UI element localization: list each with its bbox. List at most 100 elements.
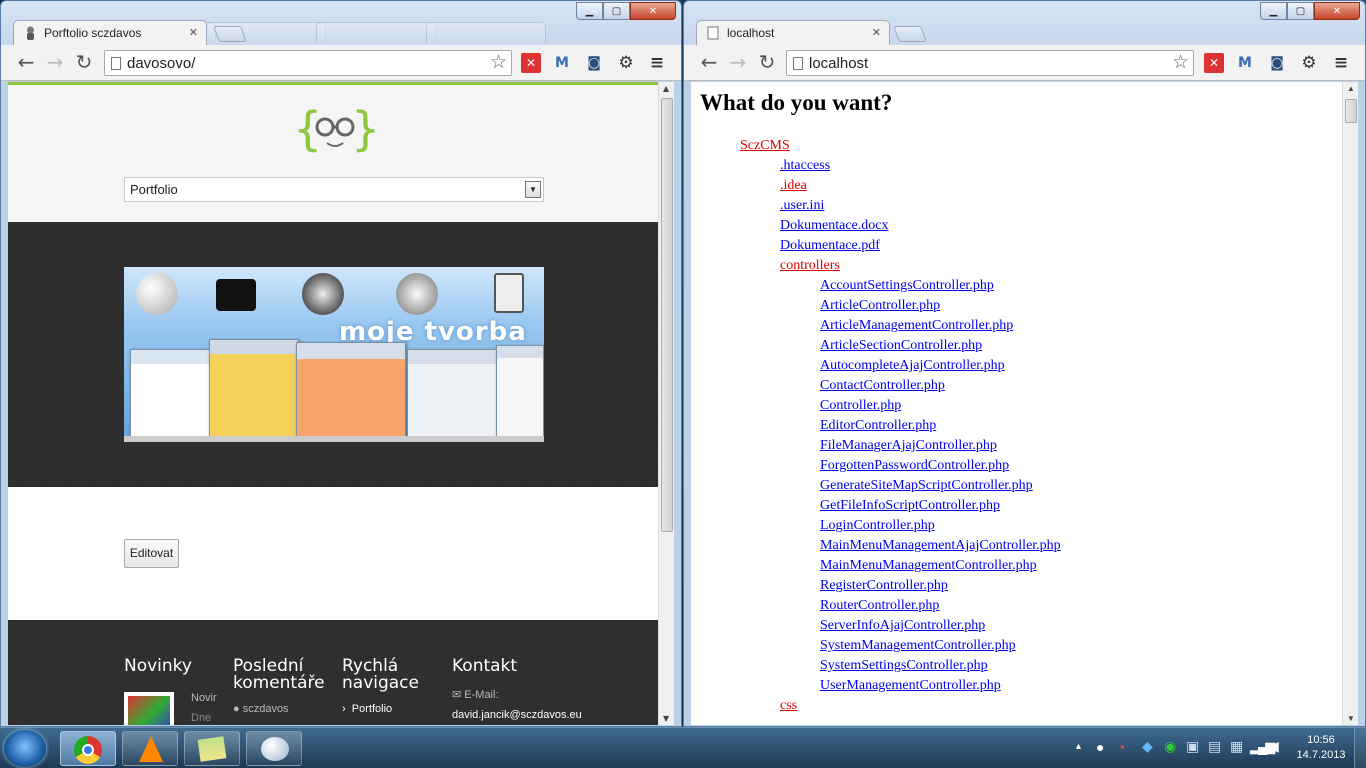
news-thumbnail[interactable] [124,692,174,725]
tab-active[interactable]: Porftolio sczdavos ✕ [13,20,207,45]
file-link[interactable]: EditorController.php [820,418,936,434]
scroll-thumb[interactable] [1345,99,1357,123]
utorrent-icon[interactable]: ◉ [1164,738,1176,755]
minimize-button[interactable]: ▁ [576,2,603,20]
scroll-up-icon[interactable]: ▲ [663,84,669,93]
comment-author[interactable]: ● sczdavos [233,703,289,715]
volume-icon[interactable]: ◀ [1268,738,1279,755]
vertical-scrollbar[interactable]: ▲ ▼ [658,82,674,725]
file-link[interactable]: ArticleController.php [820,298,940,314]
folder-link[interactable]: SczCMS [740,138,790,154]
settings-gear-icon[interactable]: ⚙ [616,53,636,73]
file-link[interactable]: ForgottenPasswordController.php [820,458,1009,474]
file-link[interactable]: GenerateSiteMapScriptController.php [820,478,1033,494]
maximize-button[interactable]: ▢ [1287,2,1314,20]
gmail-icon[interactable]: M [552,53,572,73]
tray-chat-icon[interactable]: ● [1096,739,1104,755]
gmail-icon[interactable]: M [1235,53,1255,73]
extension-red-icon[interactable]: ✕ [521,53,541,73]
file-link[interactable]: UserManagementController.php [820,678,1001,694]
email-label: ✉ E-Mail: [452,688,499,701]
file-link[interactable]: MainMenuManagementAjajController.php [820,538,1061,554]
taskbar-chrome[interactable] [60,731,116,766]
camera-extension-icon[interactable]: ◙ [1267,53,1287,73]
file-link[interactable]: MainMenuManagementController.php [820,558,1037,574]
bookmark-star-icon[interactable]: ☆ [1172,51,1189,74]
start-button[interactable] [4,730,46,767]
tab-active[interactable]: localhost ✕ [696,20,890,45]
scroll-thumb[interactable] [661,98,673,532]
file-link[interactable]: ArticleManagementController.php [820,318,1013,334]
file-link[interactable]: SystemManagementController.php [820,638,1016,654]
folder-link[interactable]: css [780,698,797,714]
page-select[interactable]: Portfolio ▼ [124,177,544,202]
extension-red-icon[interactable]: ✕ [1204,53,1224,73]
edit-button[interactable]: Editovat [124,539,179,568]
file-link[interactable]: ServerInfoAjajController.php [820,618,985,634]
new-tab-button[interactable] [213,26,247,42]
bookmark-star-icon[interactable]: ☆ [490,51,507,74]
file-link[interactable]: .htaccess [780,158,830,174]
portfolio-banner[interactable]: moje tvorba [124,267,544,442]
file-link[interactable]: Controller.php [820,398,901,414]
file-link[interactable]: GetFileInfoScriptController.php [820,498,1000,514]
file-link[interactable]: RouterController.php [820,598,939,614]
file-link[interactable]: Dokumentace.pdf [780,238,880,254]
dropdown-arrow-icon[interactable]: ▼ [525,181,541,198]
background-tab[interactable] [316,22,436,44]
menu-icon[interactable]: ≡ [1331,53,1351,73]
vertical-scrollbar[interactable]: ▲ ▼ [1342,82,1358,725]
taskbar-notes[interactable] [184,731,240,766]
folder-link[interactable]: .idea [780,178,807,194]
file-link[interactable]: FileManagerAjajController.php [820,438,997,454]
address-bar[interactable]: davosovo/ ☆ [104,50,512,76]
close-window-button[interactable]: ✕ [1314,2,1360,20]
file-link[interactable]: LoginController.php [820,518,935,534]
forward-button[interactable]: → [44,52,66,74]
news-snippet[interactable]: Novir [191,692,217,704]
file-link[interactable]: SystemSettingsController.php [820,658,988,674]
new-tab-button[interactable] [893,26,927,42]
scroll-down-icon[interactable]: ▼ [1347,714,1355,723]
taskbar-messenger[interactable] [246,731,302,766]
show-desktop-button[interactable] [1354,728,1366,768]
clock[interactable]: 10:56 14.7.2013 [1291,733,1351,763]
email-link[interactable]: david.jancik@sczdavos.eu [452,709,582,721]
tray-alert-icon[interactable]: ▪ [1120,739,1125,754]
tray-sync-icon[interactable]: ▣ [1186,738,1199,755]
back-button[interactable]: ← [15,52,37,74]
quick-nav-link[interactable]: › Portfolio [342,703,392,715]
address-bar[interactable]: localhost ☆ [786,50,1194,76]
scroll-down-icon[interactable]: ▼ [663,714,669,723]
close-window-button[interactable]: ✕ [630,2,676,20]
folder-link[interactable]: controllers [780,258,840,274]
minimize-button[interactable]: ▁ [1260,2,1287,20]
show-hidden-icons[interactable]: ▲ [1074,741,1083,751]
tab-close-icon[interactable]: ✕ [189,26,198,39]
reload-button[interactable]: ↻ [73,52,95,74]
menu-icon[interactable]: ≡ [647,53,667,73]
back-button[interactable]: ← [698,52,720,74]
dropbox-icon[interactable]: ◆ [1142,738,1153,755]
settings-gear-icon[interactable]: ⚙ [1299,53,1319,73]
file-link[interactable]: Dokumentace.docx [780,218,888,234]
background-tab[interactable] [426,22,546,44]
reload-button[interactable]: ↻ [756,52,778,74]
camera-extension-icon[interactable]: ◙ [584,53,604,73]
maximize-button[interactable]: ▢ [603,2,630,20]
tray-device-icon[interactable]: ▤ [1208,738,1221,755]
file-link[interactable]: AutocompleteAjajController.php [820,358,1005,374]
tab-close-icon[interactable]: ✕ [872,26,881,39]
tray-update-icon[interactable]: ▦ [1230,738,1243,755]
comment-author-label: sczdavos [242,703,289,715]
file-link[interactable]: AccountSettingsController.php [820,278,994,294]
chevron-right-icon: › [342,703,352,715]
forward-button[interactable]: → [727,52,749,74]
file-link[interactable]: .user.ini [780,198,824,214]
file-link[interactable]: ArticleSectionController.php [820,338,982,354]
window-controls: ▁ ▢ ✕ [576,2,676,20]
scroll-up-icon[interactable]: ▲ [1347,84,1355,93]
file-link[interactable]: RegisterController.php [820,578,948,594]
file-link[interactable]: ContactController.php [820,378,945,394]
taskbar-vlc[interactable] [122,731,178,766]
